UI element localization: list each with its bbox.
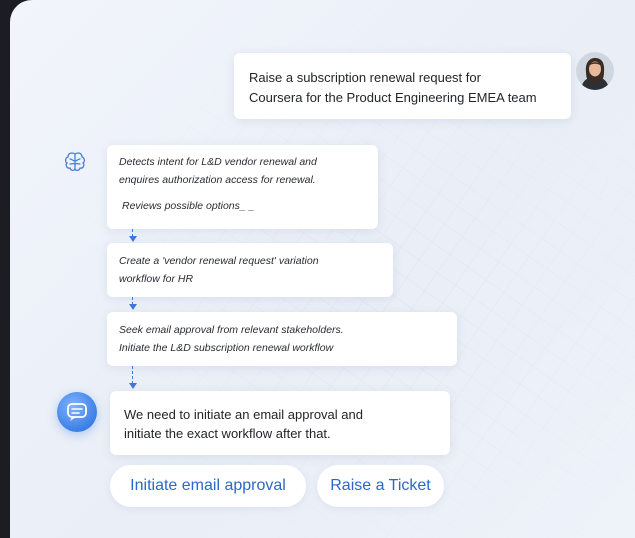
reasoning-step-3: Seek email approval from relevant stakeh… [107,312,457,366]
user-avatar [576,52,614,90]
bot-message-bubble: We need to initiate an email approval an… [110,391,450,455]
user-message-bubble: Raise a subscription renewal request for… [234,53,571,119]
flow-connector-3 [132,366,133,384]
user-message-line-1: Raise a subscription renewal request for [249,70,481,85]
reasoning-step-2: Create a 'vendor renewal request' variat… [107,243,393,297]
user-message-line-2: Coursera for the Product Engineering EME… [249,90,537,105]
step-1-sub-note: Reviews possible options_ _ [122,200,255,212]
flow-arrow-1-icon [129,236,137,242]
reasoning-step-1: Detects intent for L&D vendor renewal an… [107,145,378,229]
bot-message-line-1: We need to initiate an email approval an… [124,407,363,422]
bot-message-line-2: initiate the exact workflow after that. [124,426,331,441]
raise-ticket-button[interactable]: Raise a Ticket [317,465,444,507]
step-3-line-1: Seek email approval from relevant stakeh… [119,324,344,336]
step-2-line-1: Create a 'vendor renewal request' variat… [119,255,319,267]
flow-arrow-3-icon [129,383,137,389]
step-1-line-2: enquires authorization access for renewa… [119,174,316,186]
step-1-line-1: Detects intent for L&D vendor renewal an… [119,156,317,168]
step-3-line-2: Initiate the L&D subscription renewal wo… [119,342,334,354]
user-avatar-image [576,52,614,90]
flow-arrow-2-icon [129,304,137,310]
step-2-line-2: workflow for HR [119,273,194,285]
chat-bubble-icon [67,403,87,421]
initiate-email-approval-button[interactable]: Initiate email approval [110,465,306,507]
chat-panel: Raise a subscription renewal request for… [10,0,635,538]
chat-bot-icon [57,392,97,432]
brain-icon [64,152,86,172]
